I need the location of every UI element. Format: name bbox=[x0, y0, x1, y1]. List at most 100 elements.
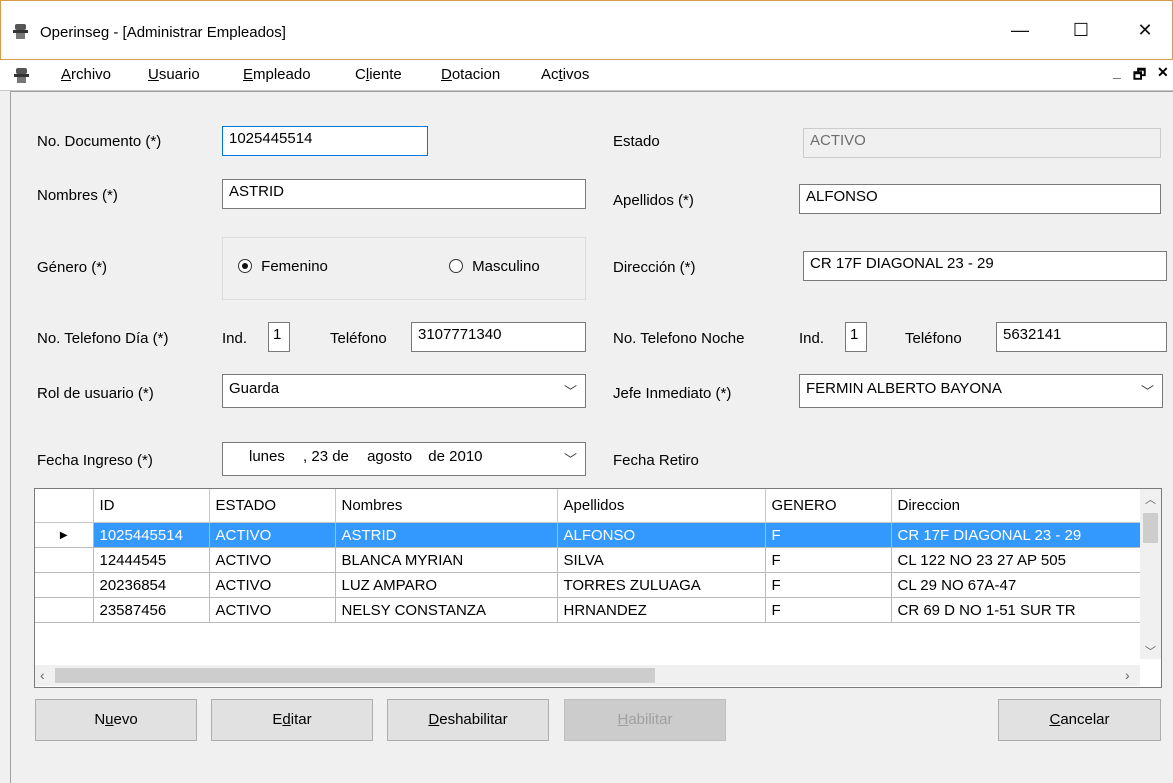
jefe-select[interactable]: FERMIN ALBERTO BAYONA ﹀ bbox=[799, 374, 1163, 408]
ind-noche-label: Ind. bbox=[799, 330, 825, 347]
cell-genero[interactable]: F bbox=[765, 522, 892, 548]
radio-masculino[interactable]: Masculino bbox=[449, 258, 540, 275]
horizontal-scrollbar[interactable]: ‹ › bbox=[35, 665, 1140, 686]
table-row[interactable]: ▶ 1025445514 ACTIVO ASTRID ALFONSO F CR … bbox=[35, 522, 1142, 548]
horizontal-scroll-thumb[interactable] bbox=[55, 668, 655, 683]
scroll-left-icon[interactable]: ‹ bbox=[40, 667, 45, 683]
menu-dotacion[interactable]: Dotacion bbox=[441, 66, 500, 83]
fecha-date: , 23 de bbox=[303, 448, 349, 465]
grid-corner-header bbox=[35, 489, 94, 523]
vertical-scroll-thumb[interactable] bbox=[1143, 513, 1158, 543]
mdi-child-icon[interactable] bbox=[13, 66, 31, 84]
cell-genero[interactable]: F bbox=[765, 572, 892, 598]
chevron-down-icon: ﹀ bbox=[1140, 384, 1154, 399]
cell-estado[interactable]: ACTIVO bbox=[209, 522, 336, 548]
rol-select[interactable]: Guarda ﹀ bbox=[222, 374, 586, 408]
cell-nombres[interactable]: BLANCA MYRIAN bbox=[335, 547, 558, 573]
cell-estado[interactable]: ACTIVO bbox=[209, 547, 336, 573]
cell-direccion[interactable]: CR 69 D NO 1-51 SUR TR bbox=[891, 597, 1142, 623]
menu-archivo[interactable]: Archivo bbox=[61, 66, 111, 83]
grid-header: ID ESTADO Nombres Apellidos GENERO Direc… bbox=[35, 489, 1142, 523]
rol-selected-value: Guarda bbox=[229, 380, 280, 397]
column-header-genero[interactable]: GENERO bbox=[765, 489, 892, 523]
radio-femenino[interactable]: Femenino bbox=[238, 258, 328, 275]
telefono-noche-label: Teléfono bbox=[905, 330, 962, 347]
scroll-down-icon[interactable]: ﹀ bbox=[1145, 643, 1156, 659]
menu-cliente[interactable]: Cliente bbox=[355, 66, 402, 83]
nombres-input[interactable]: ASTRID bbox=[222, 179, 586, 209]
menu-activos[interactable]: Activos bbox=[541, 66, 589, 83]
telefono-dia-label: Teléfono bbox=[330, 330, 387, 347]
fecha-day: lunes bbox=[249, 448, 285, 465]
column-header-id[interactable]: ID bbox=[93, 489, 210, 523]
cell-id[interactable]: 20236854 bbox=[93, 572, 210, 598]
documento-input[interactable]: 1025445514 bbox=[222, 126, 428, 156]
direccion-label: Dirección (*) bbox=[613, 259, 696, 276]
scroll-right-icon[interactable]: › bbox=[1125, 667, 1130, 683]
maximize-button[interactable]: ☐ bbox=[1058, 14, 1104, 46]
cell-genero[interactable]: F bbox=[765, 547, 892, 573]
fecha-year: de 2010 bbox=[428, 448, 483, 465]
scroll-up-icon[interactable]: ︿ bbox=[1145, 491, 1156, 507]
radio-masculino-indicator bbox=[449, 259, 463, 273]
jefe-label: Jefe Inmediato (*) bbox=[613, 385, 732, 402]
column-header-estado[interactable]: ESTADO bbox=[209, 489, 336, 523]
cell-id[interactable]: 23587456 bbox=[93, 597, 210, 623]
mdi-close-button[interactable]: ✕ bbox=[1157, 64, 1169, 81]
cell-apellidos[interactable]: HRNANDEZ bbox=[557, 597, 766, 623]
fecha-ingreso-picker[interactable]: lunes , 23 de agosto de 2010 ﹀ bbox=[222, 442, 586, 476]
jefe-selected-value: FERMIN ALBERTO BAYONA bbox=[806, 380, 1002, 397]
cell-direccion[interactable]: CR 17F DIAGONAL 23 - 29 bbox=[891, 522, 1142, 548]
cell-apellidos[interactable]: ALFONSO bbox=[557, 522, 766, 548]
apellidos-input[interactable]: ALFONSO bbox=[799, 184, 1161, 214]
menu-empleado[interactable]: Empleado bbox=[243, 66, 311, 83]
cell-estado[interactable]: ACTIVO bbox=[209, 597, 336, 623]
editar-button[interactable]: Editar bbox=[211, 699, 373, 741]
ind-dia-input[interactable]: 1 bbox=[268, 322, 290, 352]
fecha-retiro-label: Fecha Retiro bbox=[613, 452, 699, 469]
fecha-month: agosto bbox=[367, 448, 413, 465]
cell-estado[interactable]: ACTIVO bbox=[209, 572, 336, 598]
telefono-noche-input[interactable]: 5632141 bbox=[996, 322, 1167, 352]
cell-id[interactable]: 12444545 bbox=[93, 547, 210, 573]
cell-direccion[interactable]: CL 122 NO 23 27 AP 505 bbox=[891, 547, 1142, 573]
menu-usuario[interactable]: Usuario bbox=[148, 66, 200, 83]
cell-apellidos[interactable]: TORRES ZULUAGA bbox=[557, 572, 766, 598]
documento-label: No. Documento (*) bbox=[37, 133, 162, 150]
mdi-restore-button[interactable]: 🗗 bbox=[1133, 64, 1146, 88]
habilitar-button: Habilitar bbox=[564, 699, 726, 741]
estado-label: Estado bbox=[613, 133, 660, 150]
cell-genero[interactable]: F bbox=[765, 597, 892, 623]
row-selector-icon[interactable]: ▶ bbox=[35, 522, 94, 548]
column-header-nombres[interactable]: Nombres bbox=[335, 489, 558, 523]
ind-noche-input[interactable]: 1 bbox=[845, 322, 867, 352]
column-header-direccion[interactable]: Direccion bbox=[891, 489, 1142, 523]
table-row[interactable]: 20236854 ACTIVO LUZ AMPARO TORRES ZULUAG… bbox=[35, 572, 1142, 598]
close-button[interactable]: ✕ bbox=[1122, 14, 1168, 46]
mdi-minimize-button[interactable]: _ bbox=[1113, 64, 1121, 80]
vertical-scrollbar[interactable]: ︿ ﹀ bbox=[1140, 489, 1161, 659]
nuevo-button[interactable]: Nuevo bbox=[35, 699, 197, 741]
column-header-apellidos[interactable]: Apellidos bbox=[557, 489, 766, 523]
apellidos-label: Apellidos (*) bbox=[613, 192, 694, 209]
fecha-ingreso-label: Fecha Ingreso (*) bbox=[37, 452, 153, 469]
row-selector[interactable] bbox=[35, 597, 94, 623]
nombres-label: Nombres (*) bbox=[37, 187, 118, 204]
deshabilitar-button[interactable]: Deshabilitar bbox=[387, 699, 549, 741]
telefono-dia-input[interactable]: 3107771340 bbox=[411, 322, 586, 352]
table-row[interactable]: 23587456 ACTIVO NELSY CONSTANZA HRNANDEZ… bbox=[35, 597, 1142, 623]
cancelar-button[interactable]: Cancelar bbox=[998, 699, 1161, 741]
direccion-input[interactable]: CR 17F DIAGONAL 23 - 29 bbox=[803, 251, 1167, 281]
cell-nombres[interactable]: LUZ AMPARO bbox=[335, 572, 558, 598]
minimize-button[interactable]: — bbox=[997, 14, 1043, 46]
employees-grid[interactable]: ID ESTADO Nombres Apellidos GENERO Direc… bbox=[34, 488, 1162, 688]
cell-nombres[interactable]: ASTRID bbox=[335, 522, 558, 548]
table-row[interactable]: 12444545 ACTIVO BLANCA MYRIAN SILVA F CL… bbox=[35, 547, 1142, 573]
cell-id[interactable]: 1025445514 bbox=[93, 522, 210, 548]
femenino-label: Femenino bbox=[261, 258, 328, 275]
row-selector[interactable] bbox=[35, 547, 94, 573]
cell-apellidos[interactable]: SILVA bbox=[557, 547, 766, 573]
cell-direccion[interactable]: CL 29 NO 67A-47 bbox=[891, 572, 1142, 598]
cell-nombres[interactable]: NELSY CONSTANZA bbox=[335, 597, 558, 623]
row-selector[interactable] bbox=[35, 572, 94, 598]
